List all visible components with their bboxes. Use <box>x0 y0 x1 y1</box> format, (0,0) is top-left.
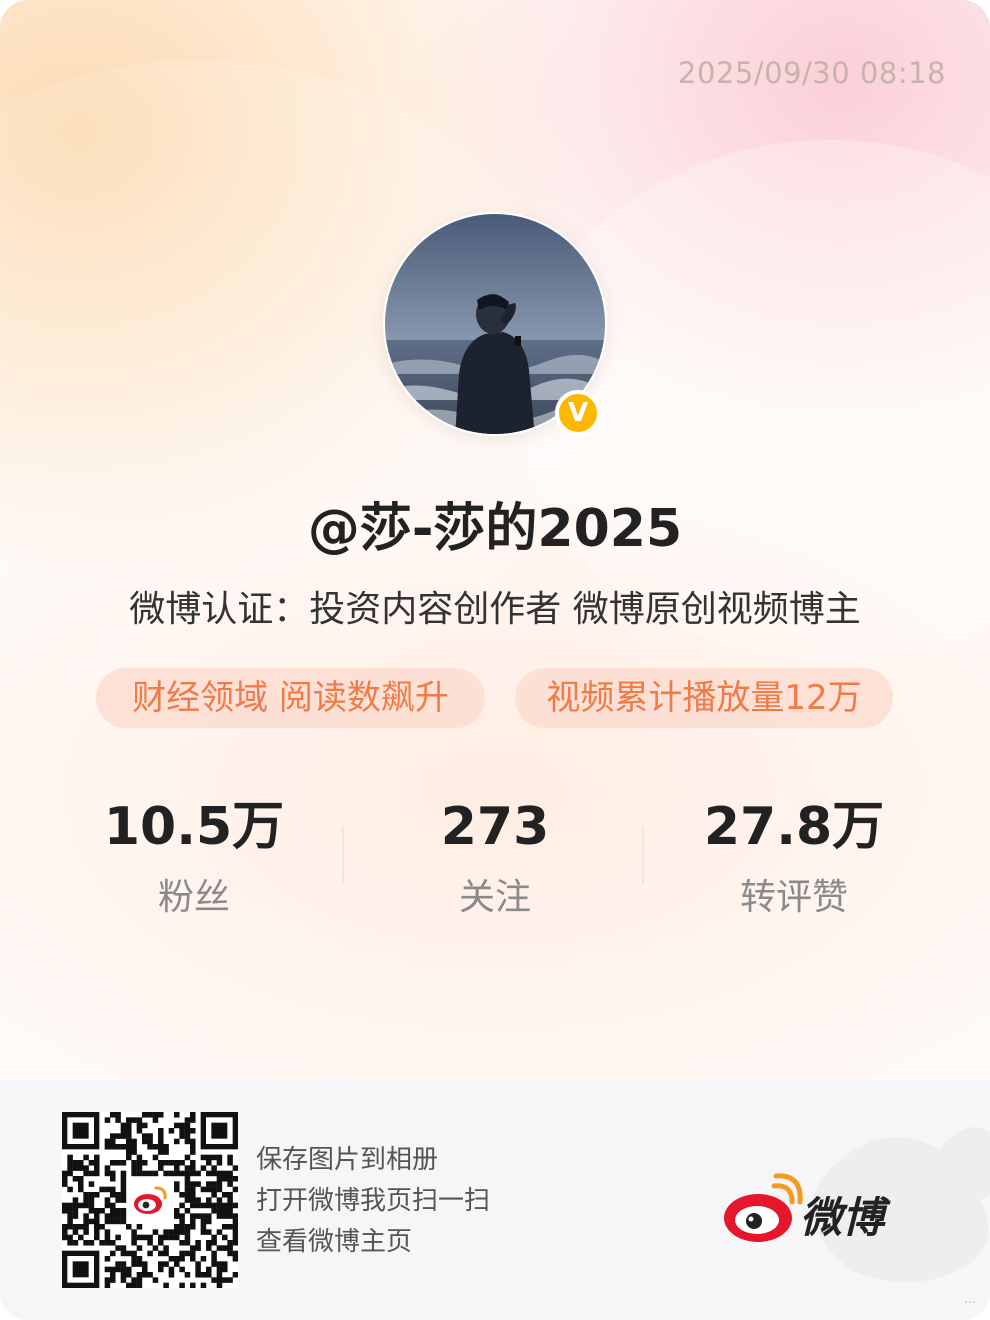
stat-label: 关注 <box>458 877 531 918</box>
weibo-brand-name: 微博 <box>800 1193 885 1242</box>
watermark-text: … <box>964 1292 976 1306</box>
username[interactable]: @莎-莎的2025 <box>0 486 990 561</box>
tag-video-plays[interactable]: 视频累计播放量12万 <box>515 668 893 728</box>
share-timestamp: 2025/09/30 08:18 <box>678 56 946 90</box>
qr-weibo-logo-icon <box>130 1180 170 1220</box>
instruction-line: 打开微博我页扫一扫 <box>256 1186 491 1216</box>
divider <box>342 826 344 884</box>
avatar-container[interactable]: V <box>383 212 607 436</box>
stat-value: 273 <box>440 797 550 857</box>
certification-text: 微博认证：投资内容创作者 微博原创视频博主 <box>129 589 861 630</box>
verified-v-icon: V <box>555 390 601 436</box>
tag-finance[interactable]: 财经领域 阅读数飙升 <box>96 668 485 728</box>
stat-reposts-comments-likes[interactable]: 27.8万 转评赞 <box>644 792 944 920</box>
qr-finder-pattern <box>200 1112 238 1150</box>
stat-following[interactable]: 273 关注 <box>345 792 645 920</box>
stat-value: 10.5万 <box>103 797 285 857</box>
stat-followers[interactable]: 10.5万 粉丝 <box>44 792 344 920</box>
qr-finder-pattern <box>62 1112 100 1150</box>
instruction-line: 查看微博主页 <box>256 1227 413 1257</box>
qr-code[interactable] <box>62 1112 239 1289</box>
stat-label: 粉丝 <box>157 877 230 918</box>
instruction-line: 保存图片到相册 <box>256 1145 439 1175</box>
stat-value: 27.8万 <box>703 797 885 857</box>
qr-instructions: 保存图片到相册 打开微博我页扫一扫 查看微博主页 <box>256 1140 490 1263</box>
qr-finder-pattern <box>62 1250 100 1288</box>
stat-label: 转评赞 <box>739 877 848 918</box>
profile-card: 2025/09/30 08:18 V @莎-莎的2025 微博认证：投资内容创作… <box>0 0 990 1320</box>
